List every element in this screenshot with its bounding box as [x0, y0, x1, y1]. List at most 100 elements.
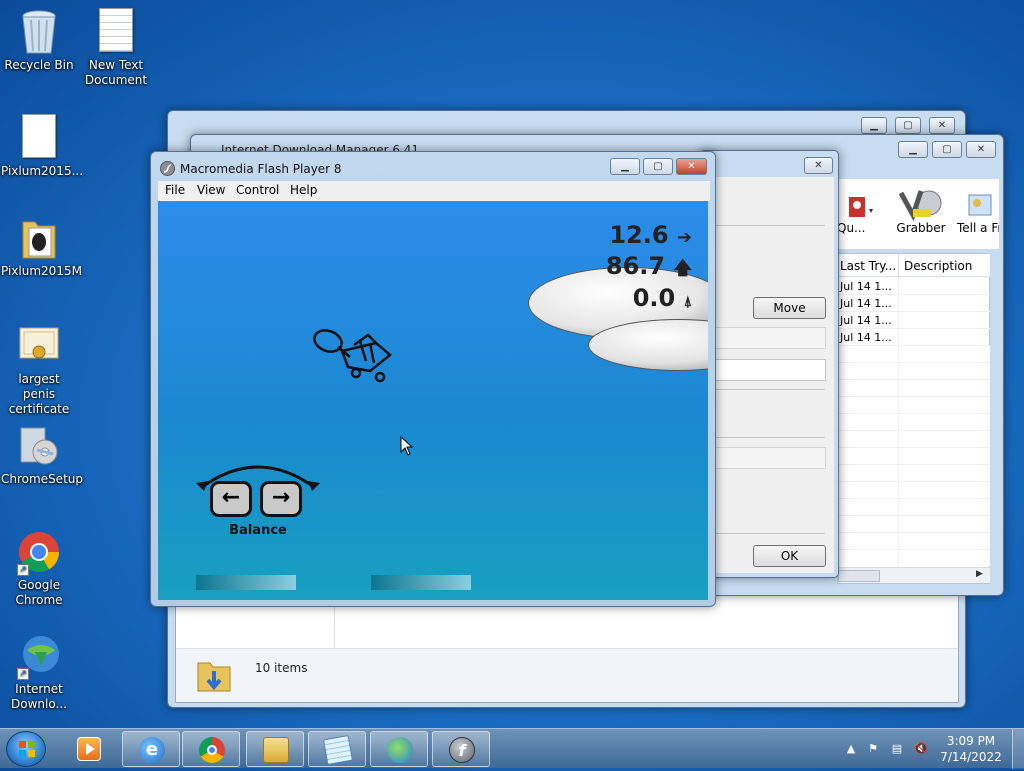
tilt-value: 0.0	[632, 284, 676, 312]
input-field[interactable]	[707, 327, 826, 349]
taskbar-flash[interactable]: f	[432, 731, 490, 767]
power-bar	[196, 575, 296, 590]
taskbar-internet-explorer[interactable]: e	[122, 731, 180, 767]
shortcut-arrow-icon: ↗	[17, 668, 29, 680]
shortcut-arrow-icon: ↗	[17, 564, 29, 576]
desktop-icon-label: Pixlum2015...	[1, 164, 84, 178]
menu-help[interactable]: Help	[290, 183, 317, 197]
desktop-icon-internet-download-manager[interactable]: ↗ Internet Downlo...	[1, 632, 77, 712]
ok-button-label: OK	[780, 549, 799, 563]
row-last-try: Jul 14 1...	[840, 331, 892, 344]
maximize-button[interactable]: ▢	[932, 141, 962, 158]
balance-label: Balance	[229, 523, 287, 538]
column-last-try[interactable]: Last Try...	[840, 259, 896, 273]
height-stat: 86.7 🡅	[606, 252, 692, 286]
column-divider	[898, 254, 899, 277]
explorer-icon	[263, 737, 289, 763]
tilt-stat: 0.0 ⍋	[633, 284, 692, 312]
toolbar-tell-a-friend[interactable]: Tell a Fri	[957, 187, 999, 243]
maximize-button[interactable]: ▢	[643, 158, 673, 175]
input-field[interactable]	[707, 447, 826, 469]
height-value: 86.7	[605, 252, 666, 280]
network-icon[interactable]: ▤	[890, 743, 904, 755]
clock[interactable]: 3:09 PM 7/14/2022	[936, 733, 1006, 765]
desktop-icon-chromesetup[interactable]: ChromeSetup	[1, 422, 83, 487]
menu-control[interactable]: Control	[236, 183, 279, 197]
toolbar-label: Grabber	[896, 221, 946, 235]
balance-left-button[interactable]: ←	[210, 481, 252, 517]
separator	[707, 225, 825, 226]
certificate-icon	[17, 322, 61, 370]
desktop-icon-new-text-document[interactable]: New Text Document	[78, 8, 154, 88]
show-hidden-icons-icon[interactable]: ▲	[844, 743, 858, 755]
menu-view[interactable]: View	[197, 183, 225, 197]
mouse-cursor-icon	[400, 435, 414, 459]
taskbar-idm[interactable]	[370, 731, 428, 767]
desktop-icon-google-chrome[interactable]: ↗ Google Chrome	[1, 528, 77, 608]
scroll-right-icon[interactable]: ▶	[976, 569, 983, 579]
table-row[interactable]: Jul 14 1...	[838, 295, 990, 312]
downloads-folder-icon	[196, 657, 234, 698]
notepad-icon	[322, 734, 354, 766]
arrow-right-icon: ➔	[676, 227, 692, 248]
scheduler-icon	[845, 187, 875, 221]
distance-value: 12.6	[609, 221, 669, 249]
minimize-button[interactable]: ▁	[610, 158, 640, 175]
idm-icon: ↗	[17, 632, 61, 680]
maximize-button[interactable]: ▢	[895, 117, 921, 134]
taskbar-notepad[interactable]	[308, 731, 366, 767]
item-count: 10 items	[255, 661, 308, 675]
desktop-icon-recycle-bin[interactable]: Recycle Bin	[1, 8, 77, 73]
clock-date: 7/14/2022	[940, 750, 1002, 764]
column-grid-line	[898, 277, 899, 567]
internet-explorer-icon: e	[139, 737, 165, 763]
tilt-icon: ⍋	[683, 294, 692, 310]
minimize-button[interactable]: ▁	[898, 141, 928, 158]
character-in-cart	[308, 321, 398, 386]
desktop-icon-label: Internet Downlo...	[11, 682, 67, 711]
column-description[interactable]: Description	[904, 259, 972, 273]
action-center-flag-icon[interactable]: ⚑	[866, 743, 880, 755]
desktop-icon-label: largest penis certificate	[8, 372, 70, 416]
start-button[interactable]	[6, 731, 46, 767]
volume-muted-icon[interactable]: 🔇	[914, 743, 928, 755]
move-button-label: Move	[773, 301, 806, 315]
chrome-icon: ↗	[17, 528, 61, 576]
desktop-icon-pixlum-folder[interactable]: Pixlum2015M	[1, 214, 82, 279]
fuel-bar	[371, 575, 471, 590]
table-row[interactable]: Jul 14 1...	[838, 278, 990, 295]
horizontal-scrollbar[interactable]: ▶	[838, 567, 990, 583]
close-button[interactable]: ✕	[676, 158, 707, 175]
close-button[interactable]: ✕	[966, 141, 996, 158]
flash-app-icon	[160, 161, 175, 176]
move-button[interactable]: Move	[753, 297, 826, 319]
list-header: Last Try... Description	[838, 254, 990, 277]
desktop-icon-certificate[interactable]: largest penis certificate	[1, 322, 77, 417]
table-row[interactable]: Jul 14 1...	[838, 312, 990, 329]
media-player-icon	[77, 737, 101, 761]
minimize-button[interactable]: ▁	[861, 117, 887, 134]
row-last-try: Jul 14 1...	[840, 297, 892, 310]
table-row[interactable]: Jul 14 1...	[838, 329, 990, 346]
folder-icon	[17, 214, 61, 262]
taskbar-explorer[interactable]	[246, 731, 304, 767]
desktop-icon-label: Recycle Bin	[4, 58, 74, 72]
options-dialog[interactable]: ✕ Move OK	[700, 150, 839, 578]
flash-game-stage[interactable]: 12.6 ➔ 86.7 🡅 0.0 ⍋ ← → Balance	[158, 201, 708, 600]
balance-control: ← → Balance	[194, 455, 322, 545]
menu-file[interactable]: File	[165, 183, 185, 197]
toolbar-scheduler[interactable]: Qu...	[837, 187, 883, 243]
close-button[interactable]: ✕	[929, 117, 955, 134]
taskbar-chrome[interactable]	[182, 731, 240, 767]
input-field[interactable]	[707, 359, 826, 381]
balance-right-button[interactable]: →	[260, 481, 302, 517]
show-desktop-button[interactable]	[1012, 729, 1024, 769]
desktop-icon-pixlum-document[interactable]: Pixlum2015...	[1, 114, 84, 179]
toolbar-grabber[interactable]: Grabber	[895, 187, 947, 243]
chrome-icon	[199, 737, 225, 763]
download-list[interactable]: Last Try... Description Jul 14 1... Jul …	[837, 253, 990, 584]
dialog-close-button[interactable]: ✕	[804, 157, 833, 174]
ok-button[interactable]: OK	[753, 545, 826, 567]
scrollbar-thumb[interactable]	[838, 570, 880, 582]
taskbar-media-player[interactable]	[70, 731, 110, 767]
